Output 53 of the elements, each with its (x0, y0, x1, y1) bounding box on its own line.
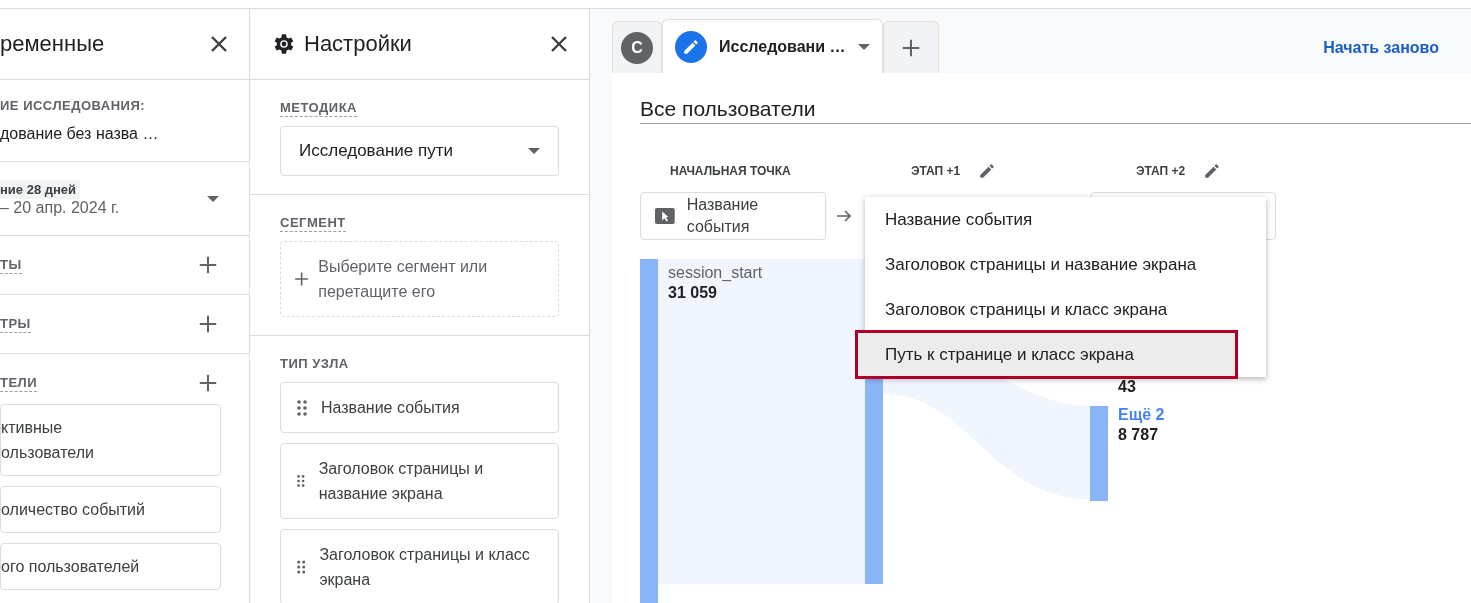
metric-chip[interactable]: оличество событий (0, 486, 221, 533)
metric-chip[interactable]: ктивные ользователи (0, 404, 221, 476)
panel-title: Настройки (304, 31, 412, 57)
exploration-tab[interactable]: Исследовани … (662, 19, 883, 73)
add-icon[interactable] (197, 313, 219, 335)
pencil-icon[interactable] (978, 162, 997, 180)
date-preset: ние 28 дней (0, 180, 81, 199)
technique-dropdown[interactable]: Исследование пути (280, 126, 559, 176)
menu-item[interactable]: Заголовок страницы и класс экрана (865, 287, 1266, 332)
menu-item[interactable]: Заголовок страницы и название экрана (865, 242, 1266, 287)
metric-chip[interactable]: ого пользователей (0, 543, 221, 590)
field-label: ТИП УЗЛА (280, 356, 349, 371)
pencil-icon[interactable] (1203, 162, 1222, 180)
node-type-selector[interactable]: Название события (640, 192, 826, 240)
node-name: session_start (668, 263, 763, 283)
caret-icon (857, 43, 870, 50)
pencil-icon (682, 37, 700, 56)
node-value: 43 (1118, 377, 1136, 397)
section-label: ТЕЛИ (0, 374, 38, 392)
field-label: ИЕ ИССЛЕДОВАНИЯ: (0, 98, 147, 113)
drag-handle-icon[interactable] (297, 559, 306, 575)
arrow-icon (836, 209, 852, 223)
add-tab[interactable] (882, 21, 939, 73)
caret-icon (528, 148, 540, 154)
tab[interactable]: C (612, 21, 662, 73)
field-label: МЕТОДИКА (280, 100, 357, 117)
date-range: – 20 апр. 2024 г. (0, 199, 120, 217)
node-type-chip[interactable]: Заголовок страницы и класс экрана (280, 529, 559, 603)
caret-icon (207, 195, 219, 202)
drag-handle-icon[interactable] (297, 473, 305, 489)
node-type-chip[interactable]: Заголовок страницы и название экрана (280, 443, 559, 519)
menu-item[interactable]: Название события (865, 197, 1266, 242)
section-label: ТЫ (0, 256, 22, 274)
more-link[interactable]: Ещё 2 (1118, 405, 1165, 425)
segment-drop-zone[interactable]: Выберите сегмент или перетащите его (280, 241, 559, 317)
cursor-icon (655, 207, 675, 225)
section-label: ТРЫ (0, 315, 31, 333)
field-label: СЕГМЕНТ (280, 215, 346, 232)
segment-title: Все пользователи (640, 97, 1471, 124)
panel-title: ременные (0, 31, 105, 57)
step-label: ЭТАП +1 (911, 164, 961, 178)
exploration-name-field[interactable]: дование без назва … (0, 125, 219, 143)
avatar: C (621, 31, 653, 64)
step-label: НАЧАЛЬНАЯ ТОЧКА (670, 164, 791, 178)
drag-handle-icon[interactable] (297, 399, 307, 416)
menu-item[interactable]: Путь к странице и класс экрана (857, 332, 1236, 377)
add-icon[interactable] (197, 372, 219, 394)
step-label: ЭТАП +2 (1136, 164, 1186, 178)
node-value: 31 059 (668, 283, 718, 303)
node-value: 8 787 (1118, 425, 1160, 445)
reset-link[interactable]: Начать заново (1323, 39, 1439, 57)
add-icon[interactable] (197, 254, 219, 276)
node-type-chip[interactable]: Название события (280, 382, 559, 433)
